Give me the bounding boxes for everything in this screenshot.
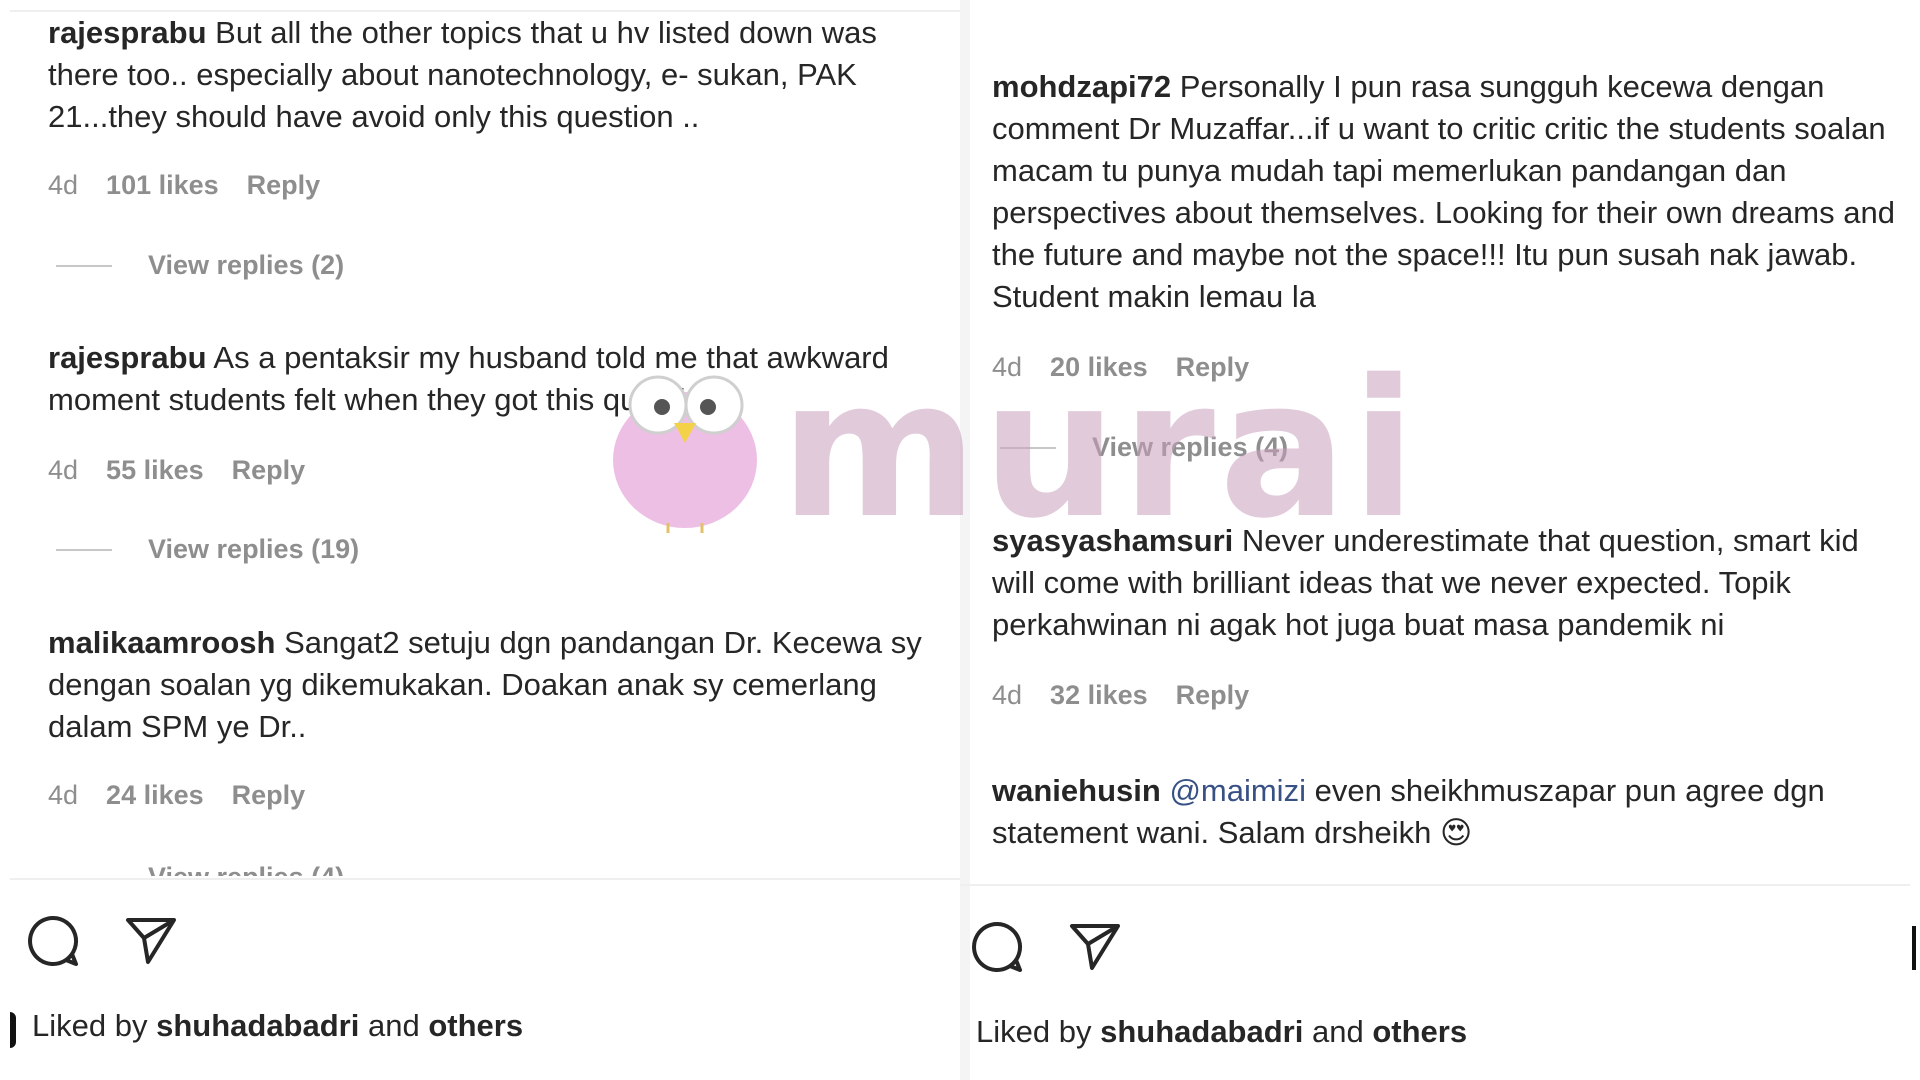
comment-time[interactable]: 4d: [992, 352, 1022, 383]
comment-icon[interactable]: [970, 920, 1024, 974]
reply-button[interactable]: Reply: [1176, 352, 1250, 383]
liked-by-user[interactable]: shuhadabadri: [1100, 1014, 1303, 1049]
comment-username[interactable]: waniehusin: [992, 773, 1161, 808]
right-screenshot-panel: mohdzapi72 Personally I pun rasa sungguh…: [960, 0, 1920, 1080]
comment-username[interactable]: rajesprabu: [48, 340, 207, 375]
comment-text: Personally I pun rasa sungguh kecewa den…: [992, 69, 1895, 314]
liked-by-prefix: Liked by: [976, 1014, 1092, 1049]
replies-line: [56, 548, 112, 551]
share-icon[interactable]: [124, 914, 178, 968]
comment-username[interactable]: rajesprabu: [48, 15, 207, 50]
comment-time[interactable]: 4d: [48, 455, 78, 486]
comment: malikaamroosh Sangat2 setuju dgn pandang…: [48, 622, 948, 748]
replies-line: [1000, 446, 1056, 449]
comment-meta: 4d 20 likes Reply: [992, 352, 1249, 383]
comment-meta: 4d 24 likes Reply: [48, 780, 305, 811]
actions-divider: [10, 878, 960, 880]
comment-likes[interactable]: 24 likes: [106, 780, 204, 811]
left-screenshot-panel: rajesprabu But all the other topics that…: [0, 0, 960, 1080]
comment: mohdzapi72 Personally I pun rasa sungguh…: [992, 66, 1902, 318]
comment-meta: 4d 55 likes Reply: [48, 455, 305, 486]
comment-mention[interactable]: @maimizi: [1169, 773, 1306, 808]
reply-button[interactable]: Reply: [232, 455, 306, 486]
replies-line: [56, 264, 112, 267]
edge-marker: [1912, 926, 1916, 970]
view-replies-label[interactable]: View replies (4): [1092, 432, 1288, 463]
comment-meta: 4d 101 likes Reply: [48, 170, 320, 201]
comment-time[interactable]: 4d: [48, 170, 78, 201]
reply-button[interactable]: Reply: [232, 780, 306, 811]
liked-by-others[interactable]: others: [428, 1008, 523, 1043]
view-replies[interactable]: View replies (19): [56, 534, 359, 565]
liked-by[interactable]: Liked by shuhadabadri and others: [976, 1014, 1467, 1050]
comment-username[interactable]: syasyashamsuri: [992, 523, 1233, 558]
view-replies[interactable]: View replies (4): [56, 862, 344, 876]
post-actions: [26, 914, 178, 968]
comment: syasyashamsuri Never underestimate that …: [992, 520, 1902, 646]
view-replies-label[interactable]: View replies (2): [148, 250, 344, 281]
edge-marker: [10, 1012, 16, 1048]
comment-likes[interactable]: 101 likes: [106, 170, 219, 201]
liked-by[interactable]: Liked by shuhadabadri and others: [32, 1008, 523, 1044]
comment-username[interactable]: malikaamroosh: [48, 625, 275, 660]
reply-button[interactable]: Reply: [247, 170, 321, 201]
liked-by-and: and: [1311, 1014, 1364, 1049]
share-icon[interactable]: [1068, 920, 1122, 974]
comment: rajesprabu But all the other topics that…: [48, 12, 928, 138]
reply-button[interactable]: Reply: [1176, 680, 1250, 711]
comment: rajesprabu As a pentaksir my husband tol…: [48, 337, 928, 421]
comment-likes[interactable]: 20 likes: [1050, 352, 1148, 383]
comment-likes[interactable]: 55 likes: [106, 455, 204, 486]
liked-by-others[interactable]: others: [1372, 1014, 1467, 1049]
comment-time[interactable]: 4d: [48, 780, 78, 811]
actions-divider: [960, 884, 1910, 886]
comment-time[interactable]: 4d: [992, 680, 1022, 711]
view-replies[interactable]: View replies (4): [1000, 432, 1288, 463]
liked-by-prefix: Liked by: [32, 1008, 148, 1043]
view-replies[interactable]: View replies (2): [56, 250, 344, 281]
comment-username[interactable]: mohdzapi72: [992, 69, 1171, 104]
post-actions: [970, 920, 1122, 974]
view-replies-label[interactable]: View replies (4): [148, 862, 344, 876]
heart-eyes-emoji: 😍: [1440, 815, 1473, 850]
liked-by-and: and: [367, 1008, 420, 1043]
comment-icon[interactable]: [26, 914, 80, 968]
liked-by-user[interactable]: shuhadabadri: [156, 1008, 359, 1043]
comment-meta: 4d 32 likes Reply: [992, 680, 1249, 711]
view-replies-label[interactable]: View replies (19): [148, 534, 359, 565]
comment: waniehusin @maimizi even sheikhmuszapar …: [992, 770, 1902, 854]
comment-likes[interactable]: 32 likes: [1050, 680, 1148, 711]
